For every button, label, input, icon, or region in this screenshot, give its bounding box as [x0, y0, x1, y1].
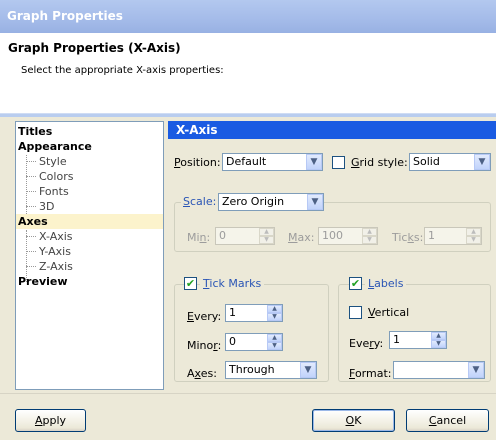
spin-up-icon[interactable]: ▲ [259, 228, 274, 236]
window-title: Graph Properties [7, 9, 123, 23]
chevron-down-icon[interactable]: ▼ [468, 362, 484, 378]
nav-item-label: Colors [39, 170, 74, 183]
header-title: Graph Properties (X-Axis) [8, 41, 181, 55]
header-subtitle: Select the appropriate X-axis properties… [21, 65, 224, 76]
cancel-button[interactable]: Cancel [406, 409, 489, 432]
grid-style-select[interactable]: Solid ▼ [409, 153, 491, 171]
label-every-value: 1 [393, 333, 400, 346]
tick-minor-label: Minor: [187, 339, 222, 352]
nav-item-axes[interactable]: Axes [16, 214, 163, 229]
label-every-spinner[interactable]: 1 ▲ ▼ [389, 331, 447, 349]
nav-item-3d[interactable]: 3D [16, 199, 163, 214]
ok-button[interactable]: OK [312, 409, 395, 432]
tick-minor-spinner[interactable]: 0 ▲ ▼ [225, 333, 283, 351]
min-value: 0 [219, 229, 226, 242]
min-spinner[interactable]: 0 ▲ ▼ [215, 227, 275, 245]
nav-item-appearance[interactable]: Appearance [16, 139, 163, 154]
vertical-checkbox[interactable] [349, 306, 362, 319]
position-label: Position: [174, 156, 221, 169]
spin-down-icon[interactable]: ▼ [466, 236, 481, 244]
spin-down-icon[interactable]: ▼ [362, 236, 377, 244]
tick-axes-value: Through [229, 363, 275, 376]
panel-title: X-Axis [168, 121, 496, 139]
scale-value: Zero Origin [222, 195, 285, 208]
spin-up-icon[interactable]: ▲ [362, 228, 377, 236]
chevron-down-icon[interactable]: ▼ [474, 154, 490, 170]
tick-every-label: Every: [187, 310, 222, 323]
grid-style-checkbox[interactable] [332, 156, 345, 169]
position-select[interactable]: Default ▼ [222, 153, 323, 171]
spin-up-icon[interactable]: ▲ [431, 332, 446, 340]
nav-item-label: Fonts [39, 185, 69, 198]
scale-select[interactable]: Zero Origin ▼ [218, 193, 324, 211]
tick-axes-label: Axes: [187, 367, 217, 380]
label-every-label: Every: [349, 337, 384, 350]
ticks-label: Ticks: [392, 231, 424, 244]
tick-marks-label: Tick Marks [200, 277, 265, 290]
spin-up-icon[interactable]: ▲ [466, 228, 481, 236]
position-value: Default [226, 155, 267, 168]
spin-up-icon[interactable]: ▲ [267, 334, 282, 342]
nav-item-y-axis[interactable]: Y-Axis [16, 244, 163, 259]
nav-item-z-axis[interactable]: Z-Axis [16, 259, 163, 274]
nav-tree[interactable]: Titles Appearance Style Colors Fonts 3D … [15, 121, 164, 390]
nav-item-fonts[interactable]: Fonts [16, 184, 163, 199]
window-title-bar: Graph Properties [0, 0, 496, 33]
tick-minor-value: 0 [229, 335, 236, 348]
nav-item-preview[interactable]: Preview [16, 274, 163, 289]
max-value: 100 [322, 229, 343, 242]
labels-checkbox[interactable]: ✔ [349, 277, 362, 290]
spin-down-icon[interactable]: ▼ [267, 313, 282, 321]
chevron-down-icon[interactable]: ▼ [306, 154, 322, 170]
chevron-down-icon[interactable]: ▼ [300, 362, 316, 378]
apply-button[interactable]: Apply [15, 409, 86, 432]
grid-style-value: Solid [413, 155, 440, 168]
chevron-down-icon[interactable]: ▼ [307, 194, 323, 210]
nav-item-colors[interactable]: Colors [16, 169, 163, 184]
max-spinner[interactable]: 100 ▲ ▼ [318, 227, 378, 245]
wizard-header: Graph Properties (X-Axis) Select the app… [0, 33, 496, 113]
tick-every-spinner[interactable]: 1 ▲ ▼ [225, 304, 283, 322]
spin-down-icon[interactable]: ▼ [431, 340, 446, 348]
format-select[interactable]: ▼ [393, 361, 485, 379]
nav-item-label: Z-Axis [39, 260, 73, 273]
nav-item-label: Style [39, 155, 67, 168]
bottom-separator [0, 393, 496, 394]
labels-label: Labels [365, 277, 407, 290]
max-label: Max: [288, 231, 315, 244]
tick-every-value: 1 [229, 306, 236, 319]
scale-label: Scale: [181, 195, 219, 208]
spin-up-icon[interactable]: ▲ [267, 305, 282, 313]
tick-axes-select[interactable]: Through ▼ [225, 361, 317, 379]
nav-item-x-axis[interactable]: X-Axis [16, 229, 163, 244]
grid-style-label: Grid style: [351, 156, 408, 169]
min-label: Min: [187, 231, 211, 244]
nav-item-label: X-Axis [39, 230, 73, 243]
vertical-label: Vertical [368, 306, 410, 319]
nav-item-titles[interactable]: Titles [16, 124, 163, 139]
format-label: Format: [349, 367, 392, 380]
spin-down-icon[interactable]: ▼ [267, 342, 282, 350]
nav-item-style[interactable]: Style [16, 154, 163, 169]
ticks-spinner[interactable]: 1 ▲ ▼ [424, 227, 482, 245]
nav-item-label: Y-Axis [39, 245, 71, 258]
header-separator [0, 113, 496, 117]
tick-marks-checkbox[interactable]: ✔ [184, 277, 197, 290]
x-axis-panel: X-Axis Position: Default ▼ Grid style: S… [168, 121, 496, 390]
spin-down-icon[interactable]: ▼ [259, 236, 274, 244]
ticks-value: 1 [428, 229, 435, 242]
nav-item-label: 3D [39, 200, 55, 213]
